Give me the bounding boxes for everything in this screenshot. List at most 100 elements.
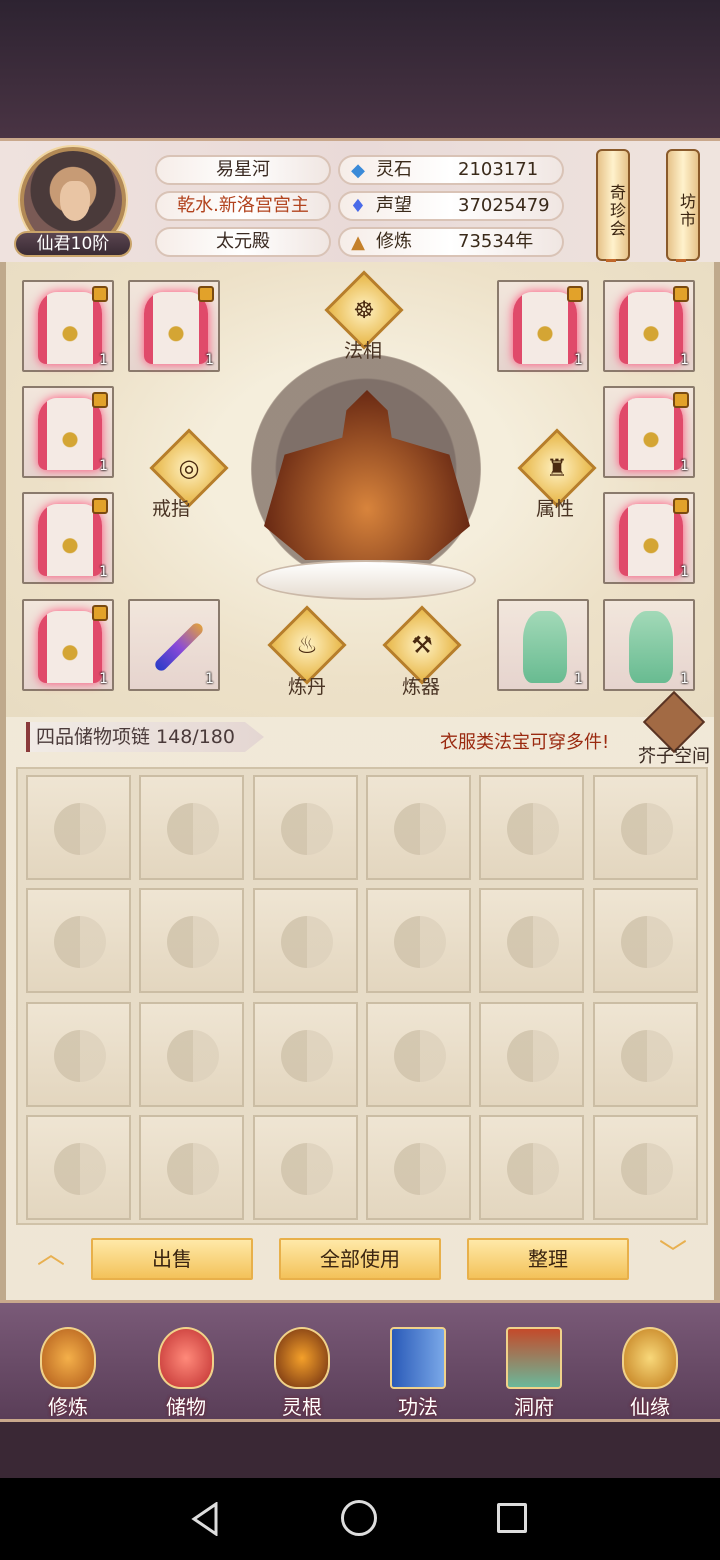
inventory-cell[interactable] <box>26 1001 131 1107</box>
book-icon <box>390 1327 446 1389</box>
home-icon[interactable] <box>341 1500 377 1536</box>
inventory-cell[interactable] <box>252 1114 358 1220</box>
cauldron-icon: ♨ <box>296 631 318 659</box>
inventory-cell[interactable] <box>139 1114 245 1220</box>
inventory-cell[interactable] <box>252 1001 358 1107</box>
inventory-cell[interactable] <box>479 1001 585 1107</box>
yin-yang-icon <box>393 1142 446 1195</box>
inventory-cell[interactable] <box>139 1001 245 1107</box>
lock-icon <box>92 605 108 621</box>
nav-fate[interactable]: 仙缘 <box>600 1321 700 1419</box>
robe-icon <box>513 292 577 364</box>
inventory-cell[interactable] <box>139 775 245 880</box>
inventory-cell[interactable] <box>365 1114 471 1220</box>
inventory-cell[interactable] <box>26 775 131 880</box>
equip-slot-robe[interactable]: 1 <box>22 599 114 691</box>
player-name: 易星河 <box>155 155 331 185</box>
equip-slot-robe[interactable]: 1 <box>497 280 589 372</box>
stat-reputation: ♦ 声望 37025479 <box>338 191 564 221</box>
yin-yang-icon <box>280 1142 333 1195</box>
equip-slot-weapon[interactable]: 1 <box>128 599 220 691</box>
yin-yang-icon <box>54 1029 106 1082</box>
inventory-cell[interactable] <box>139 888 245 994</box>
inventory-cell[interactable] <box>252 888 358 994</box>
lock-icon <box>92 392 108 408</box>
ring-icon: ◎ <box>178 454 200 482</box>
stat-spirit-stone: ◆ 灵石 2103171 <box>338 155 564 185</box>
stat-cultivation: ▲ 修炼 73534年 <box>338 227 564 257</box>
equip-slot-robe[interactable]: 1 <box>603 280 695 372</box>
spirit-pet-icon <box>523 611 567 683</box>
inventory-cell[interactable] <box>479 888 585 994</box>
inventory-cell[interactable] <box>479 1114 585 1220</box>
inventory-cell[interactable] <box>592 775 698 880</box>
figure-pedestal <box>256 560 476 600</box>
item-quantity: 1 <box>680 564 689 580</box>
bag-icon <box>158 1327 214 1389</box>
anvil-icon: ⚒ <box>411 631 433 659</box>
robe-icon <box>38 398 102 470</box>
inventory-cell[interactable] <box>26 1114 131 1220</box>
inventory-cell[interactable] <box>365 1001 471 1107</box>
nav-label: 功法 <box>398 1395 438 1419</box>
equip-slot-robe[interactable]: 1 <box>22 492 114 584</box>
inventory-cell[interactable] <box>592 1001 698 1107</box>
equip-slot-spirit[interactable]: 1 <box>603 599 695 691</box>
recent-apps-icon[interactable] <box>497 1503 527 1533</box>
market-button[interactable]: 坊市 <box>666 149 700 261</box>
nav-technique[interactable]: 功法 <box>368 1321 468 1419</box>
yin-yang-icon <box>280 1029 333 1082</box>
equip-slot-robe[interactable]: 1 <box>128 280 220 372</box>
nav-spirit-root[interactable]: 灵根 <box>252 1321 352 1419</box>
inventory-cell[interactable] <box>365 775 471 880</box>
rare-treasure-button[interactable]: 奇珍会 <box>596 149 630 261</box>
ring-label: 戒指 <box>152 498 191 520</box>
yin-yang-icon <box>167 1029 220 1082</box>
yin-yang-icon <box>507 1142 560 1195</box>
player-title: 乾水.新洛宫宫主 <box>155 191 331 221</box>
yin-yang-icon <box>167 1142 220 1195</box>
inventory-cell[interactable] <box>479 775 585 880</box>
sort-button[interactable]: 整理 <box>467 1238 629 1280</box>
inventory-cell[interactable] <box>252 775 358 880</box>
back-icon[interactable] <box>190 1502 220 1536</box>
system-nav-bar <box>0 1478 720 1560</box>
yin-yang-icon <box>620 1029 673 1082</box>
use-all-button[interactable]: 全部使用 <box>279 1238 441 1280</box>
item-quantity: 1 <box>205 352 214 368</box>
hat-icon: ♜ <box>546 454 568 482</box>
yin-yang-icon <box>54 1142 106 1195</box>
robe-icon <box>619 398 683 470</box>
scroll-up-icon[interactable]: ︿ <box>24 1232 78 1270</box>
equip-slot-robe[interactable]: 1 <box>603 492 695 584</box>
inventory-cell[interactable] <box>592 1114 698 1220</box>
item-quantity: 1 <box>99 564 108 580</box>
item-quantity: 1 <box>574 671 583 687</box>
stat-label: 声望 <box>376 195 412 216</box>
nav-cave-house[interactable]: 洞府 <box>484 1321 584 1419</box>
stat-value: 73534年 <box>458 231 534 252</box>
mustard-space-button[interactable]: 芥子空间 <box>638 690 712 768</box>
equip-slot-robe[interactable]: 1 <box>22 280 114 372</box>
nav-label: 灵根 <box>282 1395 322 1419</box>
equip-slot-robe[interactable]: 1 <box>603 386 695 478</box>
stat-label: 灵石 <box>376 159 412 180</box>
sell-button[interactable]: 出售 <box>91 1238 253 1280</box>
robe-icon <box>144 292 208 364</box>
sword-icon <box>152 620 206 674</box>
item-quantity: 1 <box>680 352 689 368</box>
robe-icon <box>38 611 102 683</box>
equip-slot-spirit[interactable]: 1 <box>497 599 589 691</box>
nav-label: 储物 <box>166 1395 206 1419</box>
lock-icon <box>198 286 214 302</box>
inventory-cell[interactable] <box>592 888 698 994</box>
equip-slot-robe[interactable]: 1 <box>22 386 114 478</box>
inventory-cell[interactable] <box>365 888 471 994</box>
scroll-down-icon[interactable]: ﹀ <box>646 1232 700 1270</box>
lock-icon <box>673 286 689 302</box>
nav-cultivate[interactable]: 修炼 <box>18 1321 118 1419</box>
yin-yang-icon <box>507 916 560 969</box>
inventory-cell[interactable] <box>26 888 131 994</box>
bottom-background <box>0 1422 720 1478</box>
nav-storage[interactable]: 储物 <box>136 1321 236 1419</box>
